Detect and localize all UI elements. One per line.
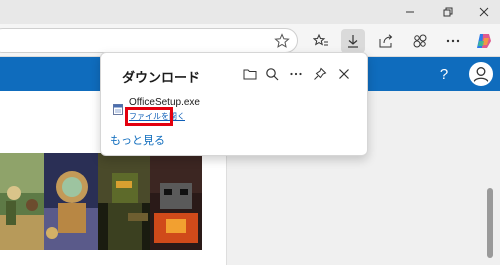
more-icon [446, 39, 460, 43]
close-button[interactable] [466, 0, 500, 24]
game-thumbnail-3[interactable] [98, 153, 150, 250]
close-icon [479, 7, 489, 17]
user-icon [473, 67, 489, 83]
downloads-title: ダウンロード [122, 70, 201, 85]
pin-flyout-button[interactable] [311, 65, 329, 83]
favorites-button[interactable] [309, 29, 333, 53]
downloads-button[interactable] [341, 29, 365, 53]
avatar[interactable] [469, 62, 493, 86]
game-thumbnail-2[interactable] [44, 153, 98, 250]
extensions-icon [413, 34, 427, 48]
game-thumbnail-1[interactable] [0, 153, 44, 250]
extensions-button[interactable] [408, 29, 432, 53]
game-thumbnails [0, 153, 202, 250]
search-icon [266, 68, 279, 81]
see-more-link[interactable]: もっと見る [110, 132, 165, 148]
download-icon [348, 35, 358, 48]
open-folder-button[interactable] [241, 65, 259, 83]
favorite-star-icon[interactable] [274, 33, 290, 54]
close-icon [339, 69, 349, 79]
help-button[interactable]: ? [436, 66, 452, 83]
restore-icon [443, 7, 453, 17]
restore-button[interactable] [430, 0, 466, 24]
folder-icon [243, 69, 257, 80]
share-button[interactable] [374, 29, 398, 53]
favorites-icon [313, 33, 328, 46]
copilot-icon [477, 34, 491, 48]
downloads-flyout: ダウンロード OfficeSetup.exe ファイルを開く もっと見る [100, 52, 368, 156]
share-icon [379, 34, 393, 48]
title-bar [0, 0, 500, 24]
more-options-button[interactable] [441, 29, 465, 53]
scrollbar[interactable] [487, 188, 493, 258]
more-icon [290, 72, 302, 76]
minimize-icon [406, 11, 414, 13]
pin-icon [314, 67, 327, 80]
exe-file-icon [113, 102, 123, 115]
search-downloads-button[interactable] [263, 65, 281, 83]
game-thumbnail-4[interactable] [150, 153, 202, 250]
more-download-options-button[interactable] [287, 65, 305, 83]
close-flyout-button[interactable] [335, 65, 353, 83]
copilot-button[interactable] [472, 29, 496, 53]
minimize-button[interactable] [392, 0, 428, 24]
address-bar[interactable] [0, 28, 298, 53]
open-file-highlight-box [125, 107, 173, 126]
